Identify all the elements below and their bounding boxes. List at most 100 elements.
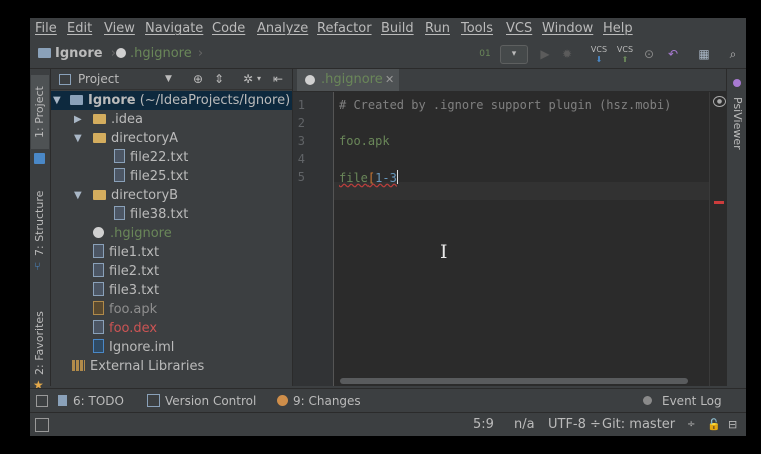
menu-file[interactable]: File [35, 18, 57, 40]
menu-view[interactable]: View [104, 18, 135, 40]
menu-code[interactable]: Code [212, 18, 245, 40]
tree-item-label: .hgignore [110, 226, 172, 241]
line-number-gutter: 1 2 3 4 5 [293, 92, 334, 386]
text-file-icon [114, 149, 125, 163]
tree-item-label: directoryA [111, 131, 179, 146]
menu-bar: File Edit View Navigate Code Analyze Ref… [30, 18, 746, 40]
tree-item-file1[interactable]: file1.txt [93, 243, 159, 262]
tab-todo[interactable]: 6: TODO [58, 389, 124, 413]
tree-item-ignore-iml[interactable]: Ignore.iml [93, 338, 174, 357]
tree-item-label: Ignore.iml [109, 340, 175, 355]
tree-item-file2[interactable]: file2.txt [93, 262, 159, 281]
inspection-eye-icon[interactable]: ● [713, 96, 726, 107]
tree-item-file38[interactable]: file38.txt [114, 205, 188, 224]
gear-dropdown-icon[interactable]: ▾ [257, 69, 261, 89]
tab-version-control[interactable]: Version Control [147, 389, 256, 413]
hide-panel-icon[interactable]: ⇤ [273, 69, 283, 89]
tree-item-hgignore[interactable]: .hgignore [93, 224, 172, 243]
left-tool-strip: 1: Project 7: Structure ⑂ 2: Favorites ★ [30, 69, 51, 391]
line-number: 2 [297, 116, 305, 130]
menu-tools[interactable]: Tools [461, 18, 493, 40]
tree-item-foo-dex[interactable]: foo.dex [93, 319, 157, 338]
tree-item-external-libraries[interactable]: External Libraries [72, 357, 204, 376]
tree-root-path: (~/IdeaProjects/Ignore) [139, 93, 291, 108]
menu-navigate[interactable]: Navigate [145, 18, 203, 40]
git-branch[interactable]: Git: master [602, 413, 675, 436]
ide-window: File Edit View Navigate Code Analyze Ref… [30, 18, 746, 436]
debug-icon[interactable]: ✹ [558, 45, 576, 63]
tab-psiviewer[interactable]: PsiViewer [728, 93, 746, 153]
breadcrumb-separator-icon: › [197, 46, 204, 61]
line-number: 4 [297, 152, 305, 166]
tree-item-file3[interactable]: file3.txt [93, 281, 159, 300]
horizontal-scrollbar[interactable] [334, 375, 709, 386]
tree-expanded-arrow-icon[interactable]: ▼ [74, 186, 84, 205]
editor-tab-bar: .hgignore ✕ [293, 69, 727, 92]
menu-refactor[interactable]: Refactor [317, 18, 372, 40]
tree-item-file25[interactable]: file25.txt [114, 167, 188, 186]
collapse-all-icon[interactable]: ⇕ [214, 69, 224, 89]
error-marker[interactable] [714, 201, 724, 204]
menu-help[interactable]: Help [603, 18, 633, 40]
project-structure-icon[interactable]: ▦ [695, 45, 713, 63]
tab-project[interactable]: 1: Project [31, 75, 49, 149]
tree-expanded-arrow-icon[interactable]: ▼ [74, 129, 84, 148]
scroll-from-source-icon[interactable]: ⊕ [193, 69, 203, 89]
lock-icon[interactable]: 🔓 [707, 413, 721, 436]
menu-edit[interactable]: Edit [67, 18, 92, 40]
tree-item-content: .idea [93, 110, 143, 129]
menu-build[interactable]: Build [381, 18, 414, 40]
tree-root[interactable]: ▼ Ignore (~/IdeaProjects/Ignore) [51, 91, 292, 110]
breadcrumb-file[interactable]: .hgignore › [116, 45, 203, 63]
tree-item-foo-apk[interactable]: foo.apk [93, 300, 157, 319]
tab-event-log[interactable]: Event Log [643, 389, 722, 413]
breadcrumb-project[interactable]: Ignore › [38, 45, 116, 63]
menu-window[interactable]: Window [542, 18, 593, 40]
breadcrumb-file-label: .hgignore [130, 46, 192, 61]
tab-structure[interactable]: 7: Structure [31, 187, 49, 259]
caret-position[interactable]: 5:9 [473, 413, 494, 436]
gear-icon[interactable]: ✲ [243, 69, 253, 89]
git-branch-arrow-icon[interactable]: ÷ [687, 413, 695, 436]
history-icon[interactable]: ⊙ [640, 45, 658, 63]
version-control-icon [147, 394, 160, 407]
libraries-icon [72, 360, 85, 371]
close-icon[interactable]: ✕ [385, 69, 394, 91]
code-line-comment[interactable]: # Created by .ignore support plugin (hsz… [339, 98, 671, 112]
line-separator[interactable]: n/a [514, 413, 535, 436]
code-line-pattern[interactable]: foo.apk [339, 134, 390, 148]
tree-expanded-arrow-icon[interactable]: ▼ [53, 91, 63, 110]
run-config-dropdown[interactable]: ▾ [500, 45, 528, 64]
vcs-commit-icon[interactable]: VCS ⬆ [616, 45, 634, 64]
toggle-tool-window-bars-icon[interactable] [35, 418, 49, 432]
tab-project-label: 1: Project [33, 86, 46, 138]
horizontal-scrollbar-thumb[interactable] [340, 378, 688, 384]
vcs-update-icon[interactable]: VCS ⬇ [590, 45, 608, 64]
tab-changes[interactable]: 9: Changes [277, 389, 361, 413]
tree-item-label: file3.txt [109, 283, 160, 298]
project-view-selector[interactable]: Project [78, 69, 119, 89]
chevron-down-icon[interactable]: ▼ [165, 69, 172, 89]
menu-vcs[interactable]: VCS [506, 18, 532, 40]
tree-item-file22[interactable]: file22.txt [114, 148, 188, 167]
code-line-current[interactable]: file[1-3 [339, 170, 398, 185]
sort-binary-icon[interactable]: 01 [476, 45, 494, 63]
menu-analyze[interactable]: Analyze [257, 18, 308, 40]
hg-icon [93, 227, 104, 238]
tree-collapsed-arrow-icon[interactable]: ▶ [74, 110, 84, 129]
text-file-icon [93, 282, 104, 296]
editor-tab-hgignore[interactable]: .hgignore ✕ [297, 69, 399, 91]
line-number: 5 [297, 170, 305, 184]
tab-favorites[interactable]: 2: Favorites [31, 307, 49, 379]
run-icon[interactable]: ▶ [536, 45, 554, 63]
revert-icon[interactable]: ↶ [664, 45, 682, 63]
folder-icon [93, 190, 106, 200]
file-encoding[interactable]: UTF-8 ÷ [548, 413, 601, 436]
folder-icon [93, 114, 106, 124]
menu-run[interactable]: Run [425, 18, 450, 40]
toggle-tool-windows-icon[interactable] [36, 395, 48, 407]
search-everywhere-icon[interactable]: ⌕ [724, 45, 742, 63]
tree-item-label: foo.apk [109, 302, 158, 317]
tab-version-control-label: Version Control [165, 394, 257, 408]
memory-indicator-icon[interactable]: ⊟ [728, 413, 737, 436]
